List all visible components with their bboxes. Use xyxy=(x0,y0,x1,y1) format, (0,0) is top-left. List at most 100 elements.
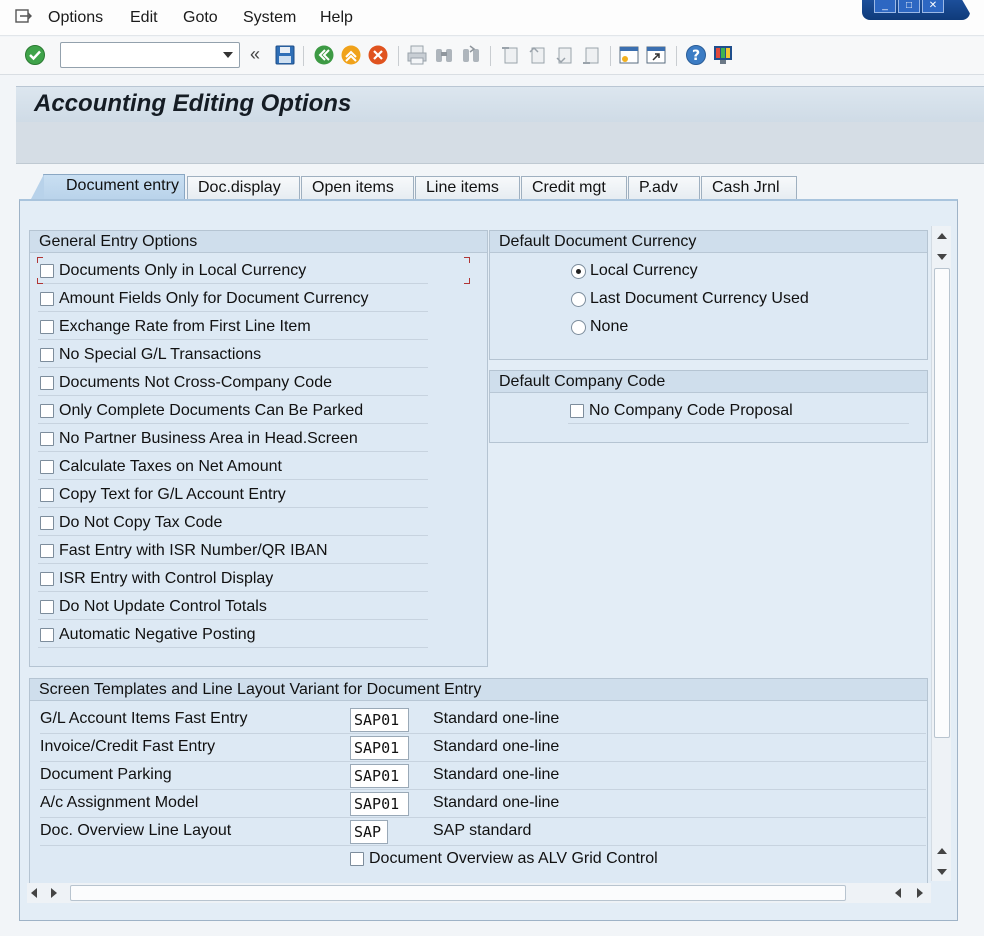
checkbox[interactable] xyxy=(40,628,54,642)
checkbox[interactable] xyxy=(40,292,54,306)
template-input[interactable]: SAP01 xyxy=(350,708,409,732)
menu-list-icon[interactable] xyxy=(15,8,33,24)
find-icon[interactable] xyxy=(433,44,455,66)
template-description: Standard one-line xyxy=(433,766,560,783)
tab-open-items[interactable]: Open items xyxy=(301,176,414,200)
tab-p-adv[interactable]: P.adv xyxy=(628,176,700,200)
tab-document-entry[interactable]: Document entry xyxy=(30,174,185,201)
checkbox-label: No Partner Business Area in Head.Screen xyxy=(59,430,358,447)
collapse-arrows-icon[interactable]: « xyxy=(250,44,260,65)
row-divider xyxy=(568,423,909,424)
scroll-left-icon[interactable] xyxy=(895,888,901,898)
page-title: Accounting Editing Options xyxy=(34,90,352,117)
checkbox[interactable] xyxy=(40,572,54,586)
tab-credit-mgt[interactable]: Credit mgt xyxy=(521,176,627,200)
tab-line-items[interactable]: Line items xyxy=(415,176,520,200)
chevron-down-icon[interactable] xyxy=(223,52,233,58)
radio-label: Local Currency xyxy=(590,262,698,279)
scroll-left-icon[interactable] xyxy=(31,888,37,898)
template-input[interactable]: SAP01 xyxy=(350,764,409,788)
window-controls: _ □ ✕ xyxy=(862,0,970,20)
template-description: SAP standard xyxy=(433,822,532,839)
customize-layout-icon[interactable] xyxy=(712,44,734,66)
template-input[interactable]: SAP01 xyxy=(350,736,409,760)
enter-check-icon[interactable] xyxy=(24,44,46,66)
help-icon[interactable]: ? xyxy=(685,44,707,66)
next-page-icon[interactable] xyxy=(553,44,575,66)
scroll-thumb[interactable] xyxy=(934,268,950,738)
save-icon[interactable] xyxy=(274,44,296,66)
scroll-down-icon[interactable] xyxy=(937,869,947,875)
row-divider xyxy=(38,479,428,480)
tab-cash-jrnl[interactable]: Cash Jrnl xyxy=(701,176,797,200)
checkbox[interactable] xyxy=(40,348,54,362)
menu-help[interactable]: Help xyxy=(320,9,353,27)
checkbox[interactable] xyxy=(40,600,54,614)
radio-button[interactable] xyxy=(571,292,586,307)
find-next-icon[interactable] xyxy=(460,44,482,66)
checkbox[interactable] xyxy=(350,852,364,866)
horizontal-scrollbar[interactable] xyxy=(27,883,931,903)
minimize-icon[interactable]: _ xyxy=(874,0,896,13)
checkbox[interactable] xyxy=(40,320,54,334)
row-divider xyxy=(38,395,428,396)
menu-options[interactable]: Options xyxy=(48,9,103,27)
menu-system[interactable]: System xyxy=(243,9,296,27)
checkbox[interactable] xyxy=(40,432,54,446)
tab-label: Doc.display xyxy=(198,179,281,196)
checkbox[interactable] xyxy=(40,376,54,390)
checkbox[interactable] xyxy=(40,544,54,558)
back-icon[interactable] xyxy=(313,44,335,66)
close-icon[interactable]: ✕ xyxy=(922,0,944,13)
application-toolbar xyxy=(16,122,984,164)
focus-marker xyxy=(37,278,43,284)
checkbox[interactable] xyxy=(570,404,584,418)
cancel-icon[interactable] xyxy=(367,44,389,66)
radio-button[interactable] xyxy=(571,264,586,279)
shortcut-icon[interactable] xyxy=(645,44,667,66)
last-page-icon[interactable] xyxy=(580,44,602,66)
first-page-icon[interactable] xyxy=(499,44,521,66)
checkbox[interactable] xyxy=(40,404,54,418)
menu-edit[interactable]: Edit xyxy=(130,9,158,27)
checkbox-label: Documents Not Cross-Company Code xyxy=(59,374,332,391)
previous-page-icon[interactable] xyxy=(526,44,548,66)
command-input[interactable] xyxy=(65,44,215,66)
checkbox[interactable] xyxy=(40,516,54,530)
checkbox-label: Automatic Negative Posting xyxy=(59,626,256,643)
standard-toolbar: « ? xyxy=(0,37,984,75)
row-divider xyxy=(38,311,428,312)
checkbox-label: Do Not Update Control Totals xyxy=(59,598,267,615)
checkbox-label: Documents Only in Local Currency xyxy=(59,262,307,279)
scroll-down-icon[interactable] xyxy=(937,254,947,260)
checkbox[interactable] xyxy=(40,488,54,502)
tab-label: Cash Jrnl xyxy=(712,179,780,196)
radio-button[interactable] xyxy=(571,320,586,335)
scroll-thumb[interactable] xyxy=(70,885,846,901)
template-description: Standard one-line xyxy=(433,710,560,727)
checkbox[interactable] xyxy=(40,264,54,278)
row-divider xyxy=(38,283,428,284)
focus-marker xyxy=(464,278,470,284)
maximize-icon[interactable]: □ xyxy=(898,0,920,13)
create-session-icon[interactable] xyxy=(618,44,640,66)
toolbar-separator xyxy=(676,46,677,66)
command-field[interactable] xyxy=(60,42,240,68)
scroll-up-icon[interactable] xyxy=(937,233,947,239)
vertical-scrollbar[interactable] xyxy=(931,226,951,881)
toolbar-separator xyxy=(490,46,491,66)
menu-goto[interactable]: Goto xyxy=(183,9,218,27)
exit-icon[interactable] xyxy=(340,44,362,66)
print-icon[interactable] xyxy=(406,44,428,66)
template-input[interactable]: SAP01 xyxy=(350,792,409,816)
group-title: Screen Templates and Line Layout Variant… xyxy=(30,679,927,701)
checkbox-label: Document Overview as ALV Grid Control xyxy=(369,850,658,867)
checkbox-label: No Special G/L Transactions xyxy=(59,346,262,363)
template-input[interactable]: SAP xyxy=(350,820,388,844)
scroll-right-icon[interactable] xyxy=(917,888,923,898)
tab-doc-display[interactable]: Doc.display xyxy=(187,176,300,200)
svg-text:?: ? xyxy=(692,48,700,64)
scroll-up-icon[interactable] xyxy=(937,848,947,854)
scroll-right-icon[interactable] xyxy=(51,888,57,898)
checkbox[interactable] xyxy=(40,460,54,474)
